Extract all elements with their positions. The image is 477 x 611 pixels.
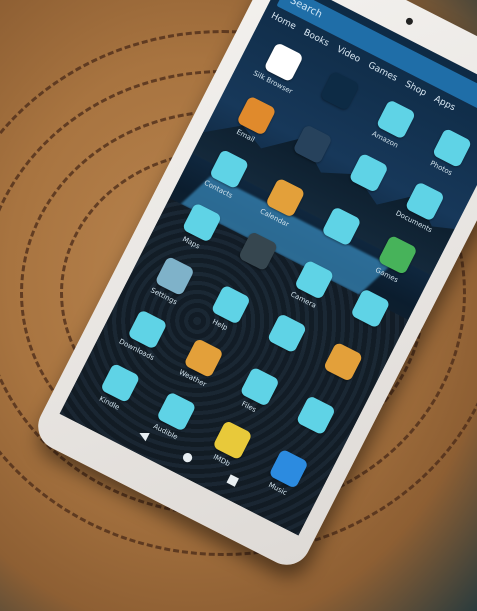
- front-camera: [404, 16, 415, 27]
- tab-apps[interactable]: Apps: [430, 94, 456, 118]
- back-button[interactable]: ◀: [137, 426, 152, 443]
- recents-button[interactable]: ■: [225, 471, 241, 489]
- photo-scene: Search Home Books Video Games Shop Apps …: [0, 0, 477, 611]
- tab-video[interactable]: Video: [332, 45, 362, 71]
- tab-shop[interactable]: Shop: [400, 79, 428, 104]
- tab-home[interactable]: Home: [267, 11, 297, 37]
- tab-books[interactable]: Books: [299, 28, 331, 55]
- home-button[interactable]: ●: [180, 448, 196, 465]
- app-icon: [319, 70, 360, 111]
- app-label: Help: [211, 317, 229, 333]
- app-label: Files: [240, 399, 258, 415]
